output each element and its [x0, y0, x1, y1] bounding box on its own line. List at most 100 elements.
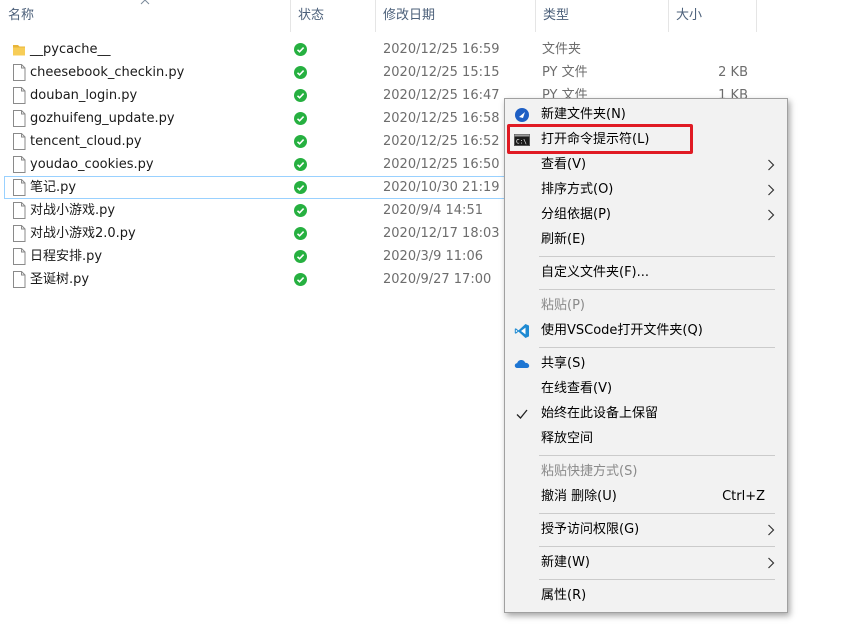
menu-item-always-keep-on-device[interactable]: 始终在此设备上保留	[505, 402, 787, 426]
file-name: __pycache__	[30, 42, 111, 57]
file-date: 2020/10/30 21:19	[383, 180, 500, 195]
menu-label: 在线查看(V)	[541, 381, 613, 396]
file-name: tencent_cloud.py	[30, 134, 142, 149]
menu-separator	[539, 546, 775, 547]
file-name: 对战小游戏.py	[30, 203, 116, 218]
document-icon	[13, 156, 26, 173]
synced-status-icon	[294, 250, 307, 263]
menu-item-refresh[interactable]: 刷新(E)	[505, 228, 787, 252]
menu-label: 刷新(E)	[541, 232, 586, 247]
file-name: gozhuifeng_update.py	[30, 111, 175, 126]
menu-item-undo-delete[interactable]: 撤消 删除(U) Ctrl+Z	[505, 485, 787, 509]
menu-label: 粘贴(P)	[541, 298, 585, 313]
menu-item-free-up-space[interactable]: 释放空间	[505, 427, 787, 451]
column-divider[interactable]	[756, 0, 757, 32]
column-status[interactable]: 状态	[290, 0, 375, 32]
file-row-cheesebook-checkin[interactable]: cheesebook_checkin.py 2020/12/25 15:15 P…	[4, 61, 760, 84]
menu-item-share[interactable]: 共享(S)	[505, 352, 787, 376]
chevron-right-icon	[768, 159, 775, 171]
column-header: 名称 状态 修改日期 类型 大小	[0, 0, 864, 32]
file-date: 2020/12/25 16:52	[383, 134, 500, 149]
synced-status-icon	[294, 135, 307, 148]
synced-status-icon	[294, 181, 307, 194]
menu-item-properties[interactable]: 属性(R)	[505, 584, 787, 608]
file-name: 日程安排.py	[30, 249, 103, 264]
file-name: cheesebook_checkin.py	[30, 65, 185, 80]
file-date: 2020/3/9 11:06	[383, 249, 483, 264]
menu-label: 撤消 删除(U)	[541, 489, 617, 504]
file-date: 2020/12/25 16:58	[383, 111, 500, 126]
chevron-right-icon	[768, 209, 775, 221]
menu-label: 粘贴快捷方式(S)	[541, 464, 638, 479]
menu-separator	[539, 455, 775, 456]
menu-item-give-access[interactable]: 授予访问权限(G)	[505, 518, 787, 542]
menu-separator	[539, 256, 775, 257]
file-type: 文件夹	[542, 42, 582, 57]
file-size	[664, 38, 748, 61]
document-icon	[13, 110, 26, 127]
synced-status-icon	[294, 158, 307, 171]
column-type[interactable]: 类型	[535, 0, 668, 32]
synced-status-icon	[294, 43, 307, 56]
menu-label: 查看(V)	[541, 157, 587, 172]
file-name: youdao_cookies.py	[30, 157, 154, 172]
synced-status-icon	[294, 204, 307, 217]
document-icon	[13, 133, 26, 150]
menu-item-view[interactable]: 查看(V)	[505, 153, 787, 177]
menu-item-group-by[interactable]: 分组依据(P)	[505, 203, 787, 227]
menu-label: 授予访问权限(G)	[541, 522, 640, 537]
document-icon	[13, 202, 26, 219]
document-icon	[13, 271, 26, 288]
file-date: 2020/12/25 16:50	[383, 157, 500, 172]
menu-label: 使用VSCode打开文件夹(Q)	[541, 323, 703, 338]
menu-label: 排序方式(O)	[541, 182, 614, 197]
menu-shortcut: Ctrl+Z	[722, 489, 765, 504]
file-date: 2020/12/25 16:59	[383, 42, 500, 57]
menu-label: 自定义文件夹(F)...	[541, 265, 650, 280]
file-size: 2 KB	[718, 65, 748, 80]
column-name[interactable]: 名称	[0, 0, 290, 32]
document-icon	[13, 248, 26, 265]
new-folder-icon	[515, 108, 529, 122]
menu-item-new[interactable]: 新建(W)	[505, 551, 787, 575]
menu-item-paste-shortcut: 粘贴快捷方式(S)	[505, 460, 787, 484]
menu-item-sort-by[interactable]: 排序方式(O)	[505, 178, 787, 202]
menu-item-view-online[interactable]: 在线查看(V)	[505, 377, 787, 401]
menu-separator	[539, 347, 775, 348]
synced-status-icon	[294, 66, 307, 79]
synced-status-icon	[294, 273, 307, 286]
file-name: douban_login.py	[30, 88, 138, 103]
synced-status-icon	[294, 227, 307, 240]
menu-separator	[539, 289, 775, 290]
chevron-right-icon	[768, 184, 775, 196]
menu-label: 始终在此设备上保留	[541, 406, 659, 421]
onedrive-cloud-icon	[514, 360, 530, 368]
highlight-annotation	[507, 124, 693, 154]
file-name: 对战小游戏2.0.py	[30, 226, 136, 241]
menu-separator	[539, 579, 775, 580]
menu-item-customize-folder[interactable]: 自定义文件夹(F)...	[505, 261, 787, 285]
menu-separator	[539, 513, 775, 514]
file-date: 2020/12/25 15:15	[383, 65, 500, 80]
file-date: 2020/12/17 18:03	[383, 226, 500, 241]
chevron-right-icon	[768, 524, 775, 536]
menu-label: 分组依据(P)	[541, 207, 611, 222]
document-icon	[13, 225, 26, 242]
file-type: PY 文件	[542, 65, 588, 80]
synced-status-icon	[294, 89, 307, 102]
file-name: 笔记.py	[30, 180, 77, 195]
menu-label: 释放空间	[541, 431, 594, 446]
synced-status-icon	[294, 112, 307, 125]
context-menu: 新建文件夹(N) C:\ 打开命令提示符(L) 查看(V) 排序方式(O) 分组…	[504, 98, 788, 613]
folder-icon	[13, 45, 25, 56]
menu-item-paste: 粘贴(P)	[505, 294, 787, 318]
document-icon	[13, 179, 26, 196]
file-row-pycache[interactable]: __pycache__ 2020/12/25 16:59 文件夹	[4, 38, 760, 61]
menu-label: 共享(S)	[541, 356, 586, 371]
column-modified[interactable]: 修改日期	[375, 0, 535, 32]
chevron-right-icon	[768, 557, 775, 569]
menu-item-open-with-vscode[interactable]: 使用VSCode打开文件夹(Q)	[505, 319, 787, 343]
file-date: 2020/9/27 17:00	[383, 272, 492, 287]
file-date: 2020/12/25 16:47	[383, 88, 500, 103]
column-size[interactable]: 大小	[668, 0, 756, 32]
